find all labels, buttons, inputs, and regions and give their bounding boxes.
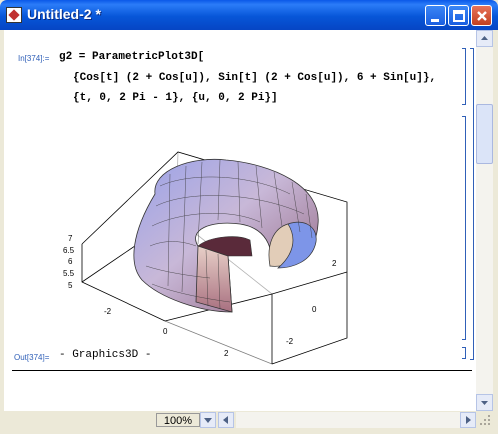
y-tick-neg2: -2	[286, 337, 294, 346]
scroll-up-button[interactable]	[476, 30, 493, 47]
arrow-right-icon	[466, 416, 471, 424]
input-line-1[interactable]: g2 = ParametricPlot3D[	[59, 51, 204, 63]
scroll-down-button[interactable]	[476, 394, 493, 411]
y-tick-0: 0	[312, 305, 317, 314]
cell-insertion-line	[12, 370, 472, 371]
torus-surface	[133, 158, 319, 313]
window-title: Untitled-2 *	[27, 6, 101, 22]
maximize-button[interactable]	[448, 5, 469, 26]
z-tick-6-5: 6.5	[63, 246, 75, 255]
resize-grip-icon	[480, 415, 490, 425]
output-label: Out[374]=	[14, 353, 50, 362]
output-text: - Graphics3D -	[59, 349, 152, 361]
scroll-right-button[interactable]	[460, 412, 476, 428]
zoom-down-button[interactable]	[200, 412, 216, 428]
group-cell-bracket[interactable]	[470, 48, 474, 360]
y-tick-2: 2	[332, 259, 337, 268]
zoom-level[interactable]: 100%	[156, 413, 200, 427]
close-button[interactable]	[471, 5, 492, 26]
input-label: In[374]:=	[18, 54, 50, 63]
x-tick-0: 0	[163, 327, 168, 336]
horizontal-scrollbar[interactable]	[236, 412, 476, 428]
graphics-cell-bracket[interactable]	[462, 116, 466, 340]
arrow-down-icon	[204, 418, 212, 423]
z-tick-5: 5	[68, 281, 73, 290]
close-icon	[477, 11, 487, 21]
minimize-button[interactable]	[425, 5, 446, 26]
input-cell-bracket[interactable]	[462, 48, 466, 105]
x-tick-2: 2	[224, 349, 229, 358]
z-tick-5-5: 5.5	[63, 269, 75, 278]
notebook-content[interactable]: In[374]:= g2 = ParametricPlot3D[ {Cos[t]…	[4, 30, 476, 411]
arrow-up-icon	[481, 36, 488, 40]
vertical-scrollbar[interactable]	[476, 30, 493, 411]
torus-plot-svg: 7 6.5 6 5.5 5 -2 0 2 -2 0 2	[63, 151, 348, 365]
scroll-left-button[interactable]	[218, 412, 234, 428]
input-line-2[interactable]: {Cos[t] (2 + Cos[u]), Sin[t] (2 + Cos[u]…	[73, 72, 436, 84]
maximize-icon	[453, 10, 465, 22]
z-tick-6: 6	[68, 257, 73, 266]
notebook-window: Untitled-2 * In[374]:= g2 = ParametricPl…	[0, 0, 498, 433]
mathematica-app-icon[interactable]	[6, 7, 22, 23]
arrow-down-icon	[481, 401, 488, 405]
z-tick-7: 7	[68, 234, 73, 243]
title-bar[interactable]: Untitled-2 *	[0, 0, 498, 30]
resize-grip[interactable]	[476, 411, 493, 429]
x-tick-neg2: -2	[104, 307, 112, 316]
input-line-3[interactable]: {t, 0, 2 Pi - 1}, {u, 0, 2 Pi}]	[73, 92, 278, 104]
torus-3d-plot[interactable]: 7 6.5 6 5.5 5 -2 0 2 -2 0 2	[60, 116, 351, 369]
status-bar: 100%	[4, 411, 493, 429]
output-cell-bracket[interactable]	[462, 347, 466, 359]
vertical-scroll-thumb[interactable]	[476, 104, 493, 164]
minimize-icon	[431, 19, 439, 22]
arrow-left-icon	[223, 416, 228, 424]
